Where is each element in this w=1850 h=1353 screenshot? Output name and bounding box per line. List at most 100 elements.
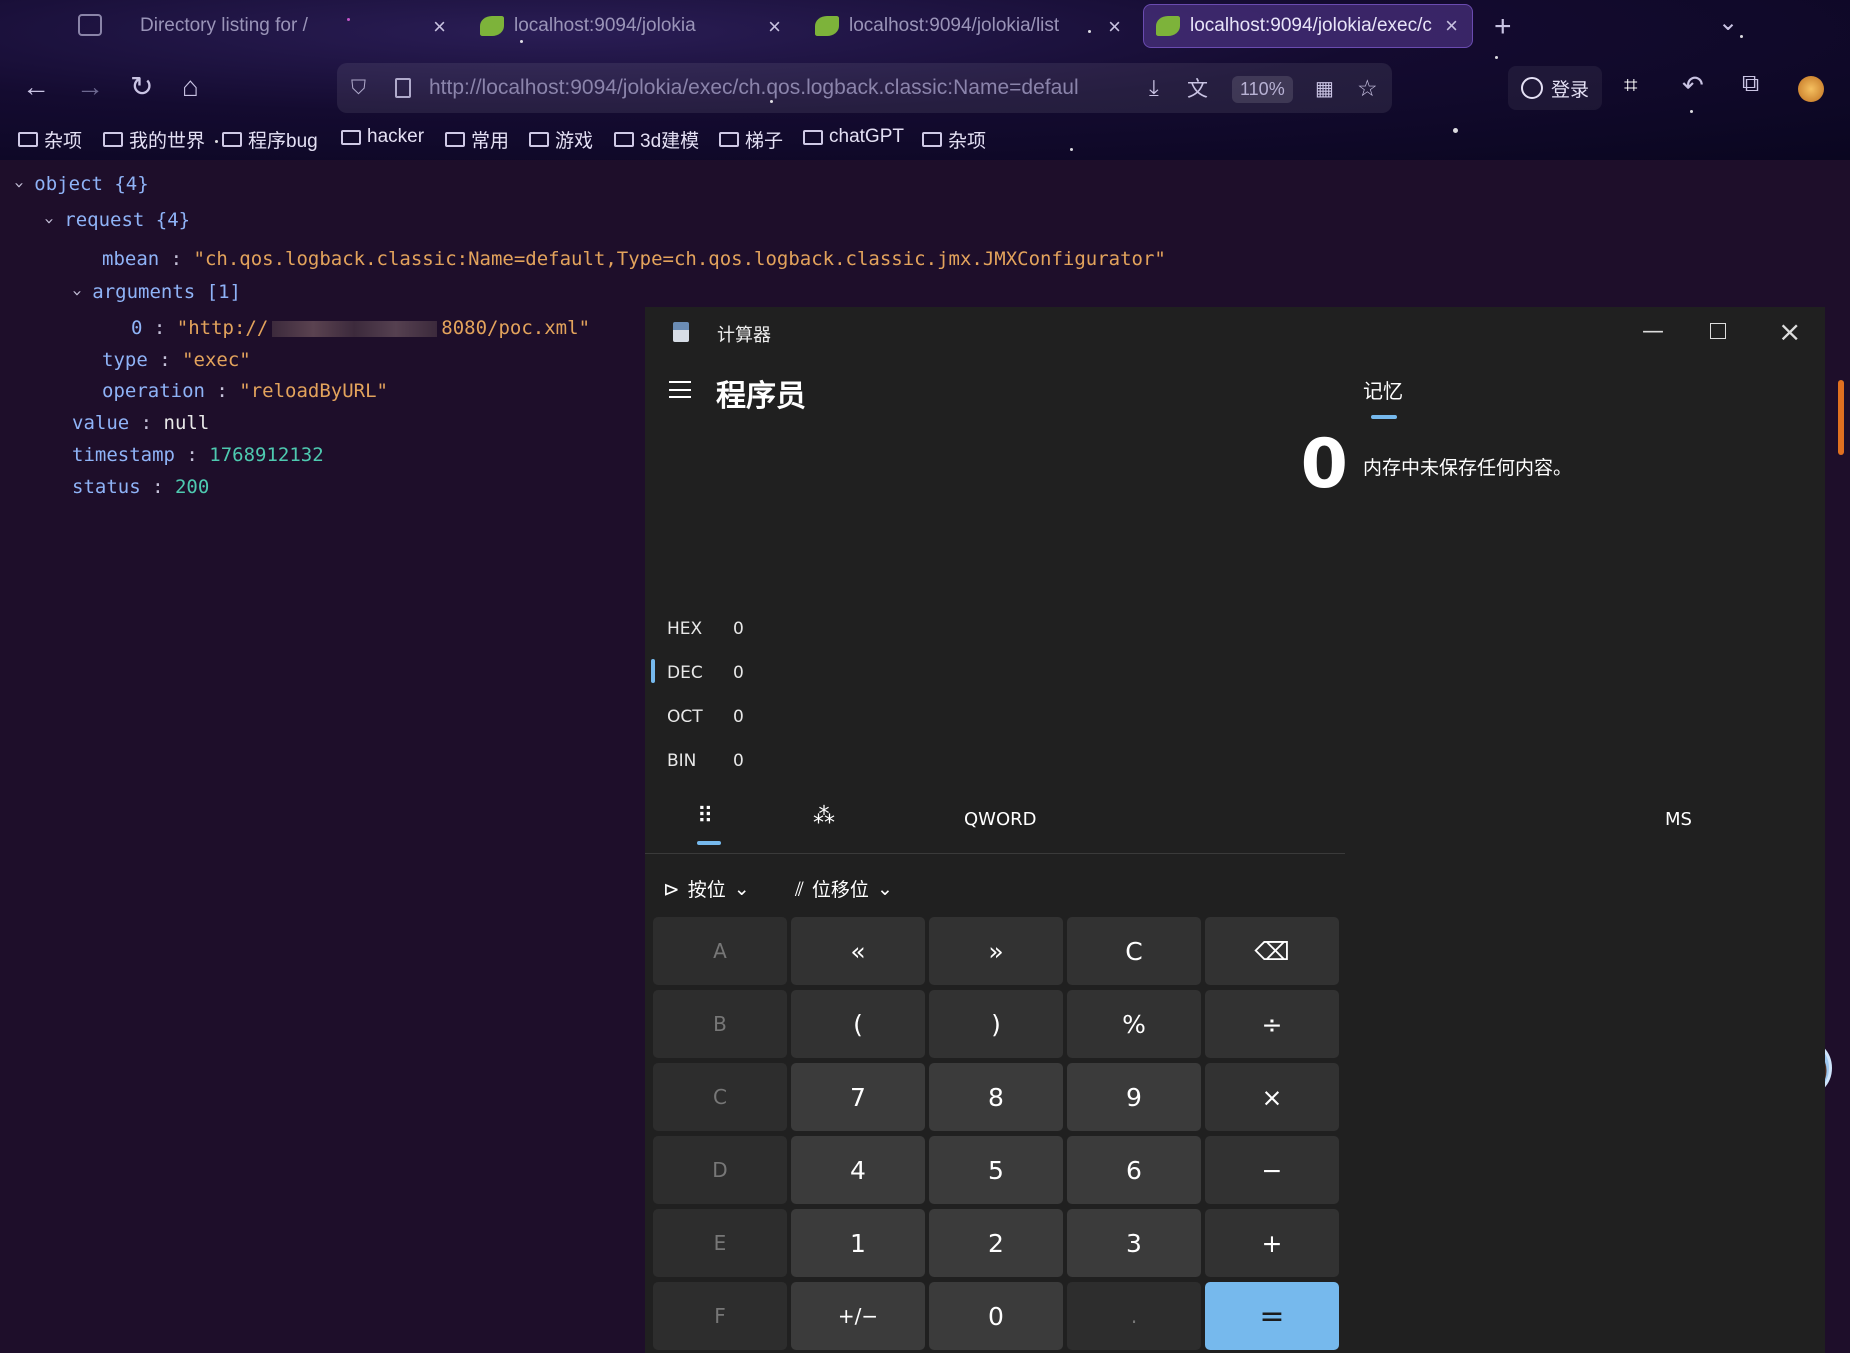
close-icon[interactable]: × — [1108, 14, 1121, 40]
bit-toggle-keypad-icon[interactable]: ⁂ — [813, 804, 835, 829]
qr-code-icon[interactable]: ▦ — [1315, 76, 1334, 101]
key-1[interactable]: 1 — [791, 1209, 925, 1277]
bookmark-games[interactable]: 游戏 — [529, 126, 593, 153]
radix-dec[interactable]: DEC 0 — [667, 663, 744, 683]
full-keypad-tab-icon[interactable]: ⠿ — [697, 804, 713, 829]
extensions-icon[interactable]: ⧉ — [1742, 70, 1759, 98]
json-root-node[interactable]: › object {4} — [9, 173, 149, 195]
memory-store-button[interactable]: MS — [1665, 809, 1692, 830]
window-title: 计算器 — [717, 325, 771, 346]
bookmark-minecraft[interactable]: 我的世界 — [103, 126, 205, 153]
bookmark-misc[interactable]: 杂项 — [18, 126, 82, 153]
tab-title: localhost:9094/jolokia/exec/c — [1190, 15, 1432, 36]
shield-icon[interactable]: ⛉ — [351, 77, 366, 100]
json-key: timestamp — [72, 444, 175, 466]
key-6[interactable]: 6 — [1067, 1136, 1201, 1204]
folder-icon — [18, 132, 38, 147]
key-close-paren[interactable]: ) — [929, 990, 1063, 1058]
bookmark-misc-2[interactable]: 杂项 — [922, 126, 986, 153]
tab-overview-icon[interactable] — [78, 14, 102, 36]
json-string-value: "ch.qos.logback.classic:Name=default,Typ… — [193, 248, 1166, 270]
key-divide[interactable]: ÷ — [1205, 990, 1339, 1058]
bookmark-label: hacker — [367, 126, 425, 147]
key-open-paren[interactable]: ( — [791, 990, 925, 1058]
folder-icon — [529, 132, 549, 147]
bookmark-3d-modeling[interactable]: 3d建模 — [614, 126, 699, 153]
key-rotate-left[interactable]: « — [791, 917, 925, 985]
json-number-value: 200 — [174, 476, 210, 498]
keypad-tab-indicator — [697, 841, 721, 845]
bookmark-ladder[interactable]: 梯子 — [719, 126, 783, 153]
download-icon[interactable]: ⤓ — [1149, 75, 1159, 101]
key-subtract[interactable]: − — [1205, 1136, 1339, 1204]
bookmark-label: 我的世界 — [129, 131, 206, 152]
json-arguments-node[interactable]: › arguments [1] — [67, 281, 241, 303]
forward-button[interactable]: → — [76, 70, 104, 104]
close-button[interactable]: × — [1778, 315, 1801, 348]
reload-button[interactable]: ↻ — [130, 70, 153, 104]
page-scrollbar[interactable] — [1838, 380, 1844, 455]
json-number-value: 1768912132 — [209, 444, 324, 466]
tab-directory-listing[interactable]: Directory listing for / × — [120, 6, 460, 46]
bookmark-program-bug[interactable]: 程序bug — [222, 126, 318, 153]
key-percent[interactable]: % — [1067, 990, 1201, 1058]
json-mbean-row: mbean : "ch.qos.logback.classic:Name=def… — [102, 248, 1166, 270]
key-7[interactable]: 7 — [791, 1063, 925, 1131]
key-8[interactable]: 8 — [929, 1063, 1063, 1131]
tab-list-chevron-icon[interactable]: ⌄ — [1718, 8, 1738, 37]
key-2[interactable]: 2 — [929, 1209, 1063, 1277]
key-rotate-right[interactable]: » — [929, 917, 1063, 985]
translate-icon[interactable]: 文 — [1187, 73, 1208, 103]
key-9[interactable]: 9 — [1067, 1063, 1201, 1131]
close-icon[interactable]: × — [768, 14, 781, 40]
url-text[interactable]: http://localhost:9094/jolokia/exec/ch.qo… — [429, 76, 1129, 100]
memory-tab[interactable]: 记忆 — [1363, 375, 1403, 404]
word-size-button[interactable]: QWORD — [964, 809, 1037, 830]
close-icon[interactable]: × — [433, 14, 446, 40]
key-multiply[interactable]: × — [1205, 1063, 1339, 1131]
key-5[interactable]: 5 — [929, 1136, 1063, 1204]
bookmark-hacker[interactable]: hacker — [341, 126, 424, 148]
json-status-row: status : 200 — [72, 476, 210, 498]
key-backspace[interactable]: ⌫ — [1205, 917, 1339, 985]
back-button[interactable]: ← — [22, 70, 50, 104]
key-3[interactable]: 3 — [1067, 1209, 1201, 1277]
chevron-down-icon[interactable]: › — [9, 180, 29, 190]
browser-chrome: Directory listing for / × localhost:9094… — [0, 0, 1850, 160]
zoom-level[interactable]: 110% — [1232, 76, 1293, 103]
key-0[interactable]: 0 — [929, 1282, 1063, 1350]
crop-icon[interactable]: ⌗ — [1624, 72, 1638, 100]
profile-avatar[interactable] — [1798, 76, 1824, 102]
minimize-button[interactable]: — — [1642, 319, 1664, 344]
radix-hex[interactable]: HEX 0 — [667, 619, 744, 639]
bitshift-dropdown[interactable]: ⫽ 位移位 ⌄ — [795, 875, 893, 902]
key-equals[interactable]: = — [1205, 1282, 1339, 1350]
key-clear[interactable]: C — [1067, 917, 1201, 985]
key-add[interactable]: + — [1205, 1209, 1339, 1277]
star-icon[interactable]: ☆ — [1357, 75, 1378, 102]
radix-bin[interactable]: BIN 0 — [667, 751, 744, 771]
bitwise-dropdown[interactable]: ⊳ 按位 ⌄ — [663, 875, 750, 902]
chevron-down-icon[interactable]: › — [67, 288, 87, 298]
json-arg0-row: 0 : "http://8080/poc.xml" — [131, 317, 591, 339]
bookmark-label: chatGPT — [829, 126, 904, 147]
tab-title: Directory listing for / — [140, 15, 308, 36]
bookmark-chatgpt[interactable]: chatGPT — [803, 126, 904, 148]
key-4[interactable]: 4 — [791, 1136, 925, 1204]
tab-jolokia-list[interactable]: localhost:9094/jolokia/list × — [805, 6, 1135, 46]
maximize-button[interactable] — [1710, 323, 1726, 339]
undo-icon[interactable]: ↶ — [1682, 70, 1704, 101]
close-icon[interactable]: × — [1445, 13, 1458, 39]
key-negate[interactable]: +/− — [791, 1282, 925, 1350]
tab-jolokia[interactable]: localhost:9094/jolokia × — [470, 6, 795, 46]
radix-oct[interactable]: OCT 0 — [667, 707, 744, 727]
chevron-down-icon[interactable]: › — [39, 216, 59, 226]
folder-icon — [922, 132, 942, 147]
new-tab-button[interactable]: + — [1494, 10, 1512, 44]
home-button[interactable]: ⌂ — [182, 70, 199, 104]
navigation-menu-icon[interactable] — [669, 381, 691, 398]
json-request-node[interactable]: › request {4} — [39, 209, 190, 231]
login-button[interactable]: 登录 — [1508, 66, 1602, 110]
tab-jolokia-exec[interactable]: localhost:9094/jolokia/exec/c × — [1143, 4, 1473, 48]
bookmark-common[interactable]: 常用 — [445, 126, 509, 153]
